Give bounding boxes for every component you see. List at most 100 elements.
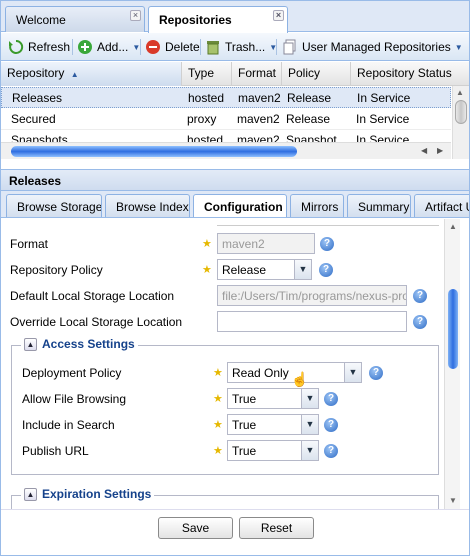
column-header-type[interactable]: Type [182,62,232,86]
required-star-icon: ★ [213,445,223,457]
expiration-settings-legend[interactable]: ▲ Expiration Settings [21,487,155,501]
default-storage-field: file:/Users/Tim/programs/nexus-pro [217,285,407,306]
default-storage-label: Default Local Storage Location [10,289,175,303]
panel-tabstrip: Browse Storage Browse Index Configuratio… [1,191,469,218]
cell-format: maven2 [237,112,280,126]
repository-policy-select[interactable]: Release ▼ [217,259,312,280]
tab-label: Summary [358,200,410,214]
format-field: maven2 [217,233,315,254]
refresh-icon [8,39,24,55]
column-header-policy[interactable]: Policy [282,62,351,86]
required-star-icon: ★ [202,264,212,276]
close-icon[interactable]: × [130,10,141,21]
tab-repositories[interactable]: Repositories × [148,6,288,33]
table-row[interactable]: Releases hosted maven2 Release In Servic… [1,87,451,108]
collapse-icon[interactable]: ▲ [24,337,37,351]
delete-label: Delete [165,40,200,54]
column-label: Repository [7,66,65,80]
tab-welcome-label: Welcome [16,13,66,27]
delete-button[interactable]: Delete [145,38,200,56]
add-button[interactable]: Add... ▼ [77,38,140,56]
column-header-status[interactable]: Repository Status [351,62,469,86]
column-label: Format [238,66,277,80]
help-icon[interactable]: ? [319,263,333,277]
scroll-up-icon[interactable]: ▲ [456,88,464,97]
toolbar: Refresh Add... ▼ Delete Trash... ▼ User … [1,33,469,61]
access-settings-legend[interactable]: ▲ Access Settings [21,337,138,351]
scroll-down-icon[interactable]: ▼ [449,496,457,505]
delete-icon [145,39,161,55]
column-header-format[interactable]: Format [232,62,282,86]
scroll-up-icon[interactable]: ▲ [449,222,457,231]
include-in-search-select[interactable]: True ▼ [227,414,319,435]
publish-url-select[interactable]: True ▼ [227,440,319,461]
tab-artifact-upload[interactable]: Artifact U [414,194,469,217]
chevron-down-icon[interactable]: ▼ [301,441,318,460]
help-icon[interactable]: ? [369,366,383,380]
toolbar-separator [200,39,201,55]
repository-policy-label: Repository Policy [10,263,103,277]
cell-type: hosted [188,91,225,105]
chevron-down-icon: ▼ [454,42,463,52]
form-vertical-scrollbar[interactable]: ▲ ▼ [444,219,460,509]
cell-policy: Release [287,91,332,105]
tab-label: Artifact U [425,200,469,214]
tab-summary[interactable]: Summary [347,194,411,217]
column-label: Repository Status [357,66,452,80]
scroll-thumb[interactable] [455,100,467,124]
scroll-left-icon[interactable]: ◀ [421,146,427,155]
select-value: Release [222,263,267,277]
save-button[interactable]: Save [158,517,233,539]
collapse-icon[interactable]: ▲ [24,487,37,501]
chevron-down-icon[interactable]: ▼ [344,363,361,382]
toolbar-separator [276,39,277,55]
chevron-down-icon[interactable]: ▼ [301,389,318,408]
required-star-icon: ★ [202,238,212,250]
close-icon[interactable]: × [273,10,284,21]
grid-horizontal-scrollbar[interactable]: ◀ ▶ [1,142,451,159]
grid-header: Repository ▲ Type Format Policy Reposito… [1,62,469,86]
sort-ascending-icon: ▲ [70,70,79,79]
help-icon[interactable]: ? [320,237,334,251]
divider [217,225,439,226]
scroll-right-icon[interactable]: ▶ [437,146,443,155]
help-icon[interactable]: ? [324,392,338,406]
grid-vertical-scrollbar[interactable]: ▲ [452,86,469,159]
help-icon[interactable]: ? [413,315,427,329]
add-label: Add... [97,40,129,54]
repositories-window: Welcome × Repositories × Refresh Add... … [0,0,470,556]
cell-repository: Releases [12,91,63,105]
scroll-thumb[interactable] [448,289,458,369]
allow-file-browsing-select[interactable]: True ▼ [227,388,319,409]
reset-button[interactable]: Reset [239,517,314,539]
allow-file-browsing-label: Allow File Browsing [22,392,127,406]
tab-configuration[interactable]: Configuration [193,194,287,217]
toolbar-separator [140,39,141,55]
help-icon[interactable]: ? [324,444,338,458]
scroll-thumb[interactable] [11,146,297,157]
table-row[interactable]: Secured proxy maven2 Release In Service [1,109,451,130]
help-icon[interactable]: ? [413,289,427,303]
column-header-repository[interactable]: Repository ▲ [1,62,182,86]
tab-label: Browse Storage [17,200,102,214]
required-star-icon: ★ [213,419,223,431]
tab-label: Browse Index [116,200,189,214]
refresh-button[interactable]: Refresh [8,38,70,56]
trash-button[interactable]: Trash... ▼ [205,38,277,56]
configuration-form: Format ★ maven2 ? Repository Policy ★ Re… [1,219,451,509]
select-value: True [232,444,257,458]
tab-welcome[interactable]: Welcome × [5,6,145,32]
tab-mirrors[interactable]: Mirrors [290,194,344,217]
user-managed-repositories-button[interactable]: User Managed Repositories ▼ [282,38,463,56]
chevron-down-icon[interactable]: ▼ [294,260,311,279]
help-icon[interactable]: ? [324,418,338,432]
tab-browse-storage[interactable]: Browse Storage [6,194,102,217]
override-storage-input[interactable] [217,311,407,332]
add-icon [77,39,93,55]
cell-status: In Service [357,91,411,105]
required-star-icon: ★ [213,393,223,405]
form-footer: Save Reset [1,509,469,555]
publish-url-label: Publish URL [22,444,89,458]
chevron-down-icon[interactable]: ▼ [301,415,318,434]
tab-browse-index[interactable]: Browse Index [105,194,190,217]
